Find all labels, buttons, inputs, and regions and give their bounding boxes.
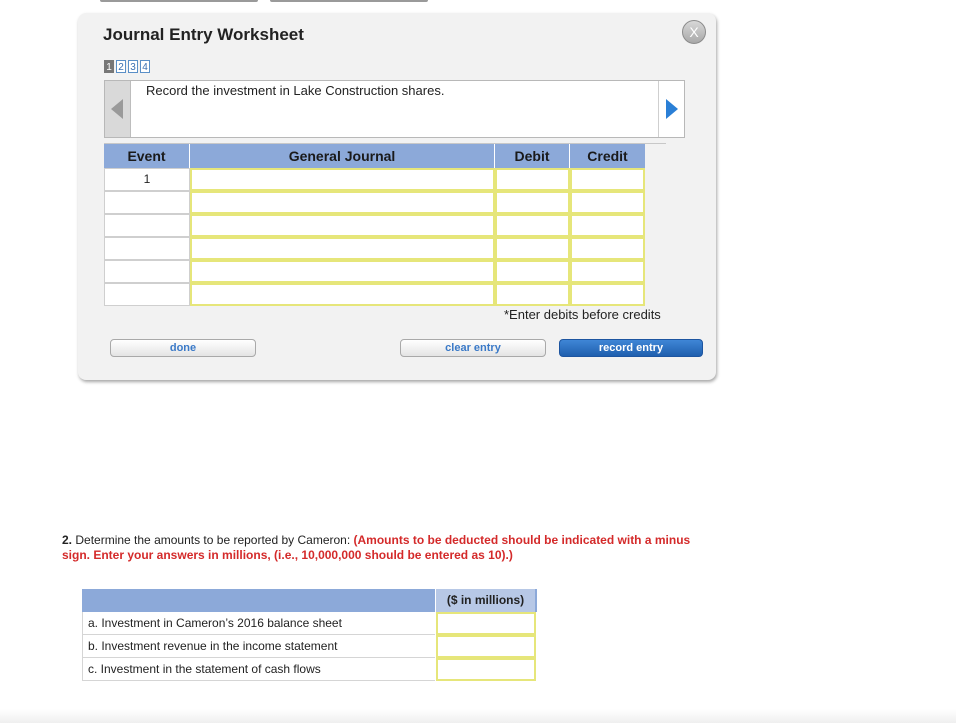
credit-input[interactable] [570,283,645,306]
debit-input[interactable] [495,283,570,306]
worksheet-title: Journal Entry Worksheet [103,25,304,44]
journal-row [104,214,666,237]
amount-input[interactable] [436,635,536,658]
journal-row [104,237,666,260]
column-header-millions: ($ in millions) [435,589,535,612]
done-button[interactable]: done [110,339,256,357]
event-cell [104,214,190,237]
next-button[interactable] [658,81,684,137]
instruction-box: Record the investment in Lake Constructi… [104,80,685,138]
credit-input[interactable] [570,237,645,260]
amount-input[interactable] [436,658,536,681]
debit-input[interactable] [495,260,570,283]
event-cell [104,237,190,260]
row-label: a. Investment in Cameron’s 2016 balance … [82,612,435,635]
row-label: c. Investment in the statement of cash f… [82,658,435,681]
arrow-right-icon [666,99,678,119]
previous-button[interactable] [105,81,131,137]
amount-input[interactable] [436,612,536,635]
record-entry-button[interactable]: record entry [559,339,703,357]
journal-entry-worksheet: Journal Entry Worksheet X 1 2 3 4 Record… [78,13,716,380]
account-input[interactable] [190,283,495,306]
debit-input[interactable] [495,191,570,214]
page-selector: 1 2 3 4 [104,60,150,73]
amount-row-cash-flows: c. Investment in the statement of cash f… [82,658,537,681]
credit-input[interactable] [570,214,645,237]
journal-row [104,191,666,214]
column-header-debit: Debit [495,144,570,168]
page-1-button[interactable]: 1 [104,60,114,73]
column-header-event: Event [104,144,190,168]
question-2: 2. Determine the amounts to be reported … [62,533,702,563]
page-3-button[interactable]: 3 [128,60,138,73]
account-input[interactable] [190,237,495,260]
close-icon: X [689,24,699,40]
page-4-button[interactable]: 4 [140,60,150,73]
clear-entry-button[interactable]: clear entry [400,339,546,357]
credit-input[interactable] [570,168,645,191]
account-input[interactable] [190,214,495,237]
account-input[interactable] [190,191,495,214]
instruction-text: Record the investment in Lake Constructi… [146,83,445,98]
row-label: b. Investment revenue in the income stat… [82,635,435,658]
page-bottom-edge [0,709,956,723]
event-cell [104,283,190,306]
debits-note: *Enter debits before credits [504,307,661,322]
column-header-credit: Credit [570,144,645,168]
arrow-left-icon [111,99,123,119]
amounts-table-header: ($ in millions) [82,589,537,612]
journal-row [104,283,666,306]
account-input[interactable] [190,260,495,283]
account-input[interactable] [190,168,495,191]
question-text: Determine the amounts to be reported by … [75,533,351,547]
debit-input[interactable] [495,237,570,260]
page-2-button[interactable]: 2 [116,60,126,73]
journal-row: 1 [104,168,666,191]
amount-row-income-statement: b. Investment revenue in the income stat… [82,635,537,658]
amount-row-balance-sheet: a. Investment in Cameron’s 2016 balance … [82,612,537,635]
event-cell [104,191,190,214]
close-button[interactable]: X [682,20,706,44]
question-number: 2. [62,533,73,547]
top-tab-1 [100,0,258,2]
event-cell [104,260,190,283]
event-cell: 1 [104,168,190,191]
credit-input[interactable] [570,260,645,283]
debit-input[interactable] [495,214,570,237]
credit-input[interactable] [570,191,645,214]
journal-row [104,260,666,283]
top-tab-2 [270,0,428,2]
column-header-general-journal: General Journal [190,144,495,168]
debit-input[interactable] [495,168,570,191]
